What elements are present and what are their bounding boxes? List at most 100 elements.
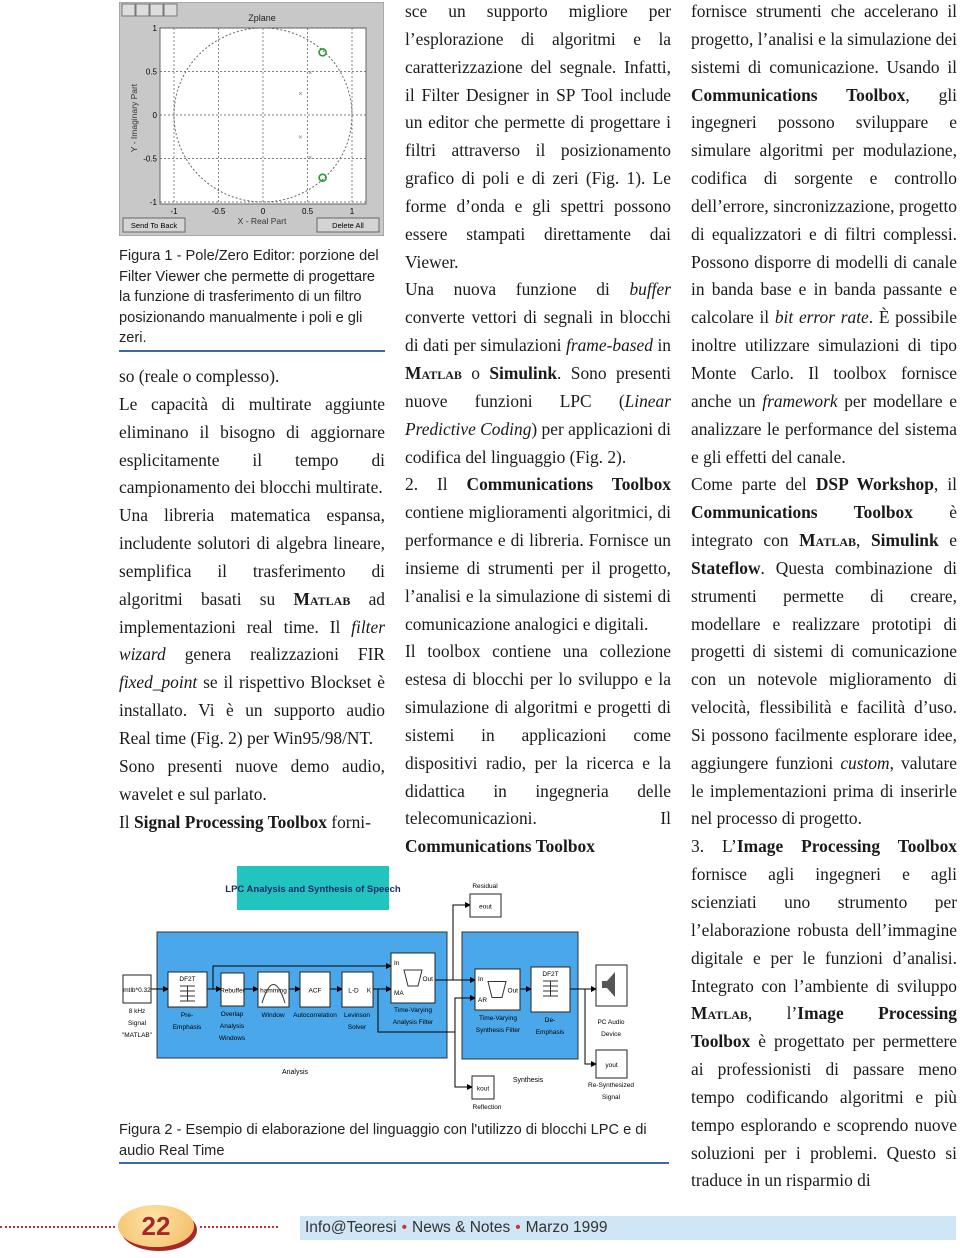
block-text: Rebuffer	[220, 988, 246, 995]
text-run: Una nuova funzione di	[405, 279, 630, 300]
text-column-1: so (reale o complesso). Le capacità di mu…	[119, 363, 385, 836]
paragraph: Il toolbox contiene una collezione estes…	[405, 638, 671, 861]
pole-marker[interactable]: ×	[298, 134, 302, 141]
block-text: ACF	[309, 988, 322, 995]
block-label: PC Audio	[597, 1019, 624, 1026]
text-run: Matlab	[293, 588, 351, 609]
text-run: Communications Toolbox	[466, 474, 671, 495]
paragraph: Le capacità di multirate aggiunte elimin…	[119, 391, 385, 502]
pole-marker[interactable]: ×	[308, 155, 312, 162]
kout-block[interactable]: kout	[471, 1075, 495, 1100]
x-tick-label: 0.5	[302, 207, 314, 216]
x-axis-label: X - Real Part	[238, 216, 287, 226]
text-run: Signal Processing Toolbox	[133, 811, 327, 832]
audio-device-block[interactable]	[595, 964, 628, 1007]
text-run: custom	[840, 752, 890, 773]
add-pole-icon[interactable]	[135, 3, 150, 17]
paragraph: so (reale o complesso).	[119, 363, 385, 391]
block-label: Emphasis	[173, 1024, 202, 1031]
port-label: AR	[478, 997, 487, 1004]
block-text: hamming	[260, 988, 287, 995]
text-run: framework	[762, 390, 838, 411]
y-tick-label: -0.5	[143, 155, 157, 164]
text-run: Simulink	[870, 530, 939, 551]
rebuffer-block[interactable]: Rebuffer	[220, 972, 246, 1007]
eout-block[interactable]: eout	[469, 893, 502, 918]
text-run: DSP Workshop	[815, 474, 934, 495]
text-run: Image Processing Toolbox	[736, 836, 957, 857]
figure-2-lpc-diagram: LPC Analysis and Synthesis of Speech Ana…	[122, 866, 634, 1111]
paragraph: sce un supporto migliore per l’esplorazi…	[405, 0, 671, 276]
toolbar	[121, 3, 178, 17]
text-run: Sono presenti nuove demo audio, wavelet …	[119, 755, 385, 804]
delete-all-button[interactable]: Delete All	[316, 217, 380, 233]
text-run: bit error rate	[774, 307, 869, 328]
synthesis-filter-block[interactable]: In AR Out	[474, 968, 521, 1011]
analysis-filter-block[interactable]: In MA Out	[390, 952, 436, 1004]
text-run: forni-	[326, 811, 371, 832]
block-text: L-D	[348, 988, 359, 995]
analysis-label: Analysis	[282, 1069, 309, 1076]
y-tick-label: 0	[153, 111, 158, 120]
figure-1-pole-zero-editor: Zplane -1 1 -0.5 0.5 0 0 0.5 -0.5 1 -1 × × × × Y - Im…	[119, 2, 384, 236]
signal-line	[584, 989, 597, 1067]
port-label: MA	[394, 990, 404, 997]
paragraph: fornisce strumenti che accelerano il pro…	[691, 0, 957, 471]
add-zero-icon[interactable]	[149, 3, 164, 17]
pole-marker[interactable]: ×	[308, 70, 312, 77]
delete-all-label: Delete All	[332, 221, 364, 230]
figure-1-caption: Figura 1 - Pole/Zero Editor: porzione de…	[119, 248, 379, 347]
port-label: In	[478, 976, 484, 983]
text-run: Stateflow	[691, 557, 761, 578]
x-tick-label: -1	[170, 207, 178, 216]
text-run: Communications Toolbox	[691, 84, 906, 105]
block-text: DF2T	[542, 971, 558, 978]
port-label: In	[394, 960, 400, 967]
block-text: eout	[479, 904, 492, 911]
caption-rule	[119, 350, 385, 352]
source-block[interactable]: mtlb*0.32	[122, 974, 152, 1004]
bullet: •	[515, 1219, 521, 1236]
port-label: Out	[508, 988, 519, 995]
x-tick-label: -0.5	[212, 207, 226, 216]
page-number: 22	[141, 1210, 171, 1241]
section-name: News & Notes	[412, 1219, 511, 1236]
block-label: 8 kHz	[129, 1008, 146, 1015]
paragraph: 2. Il Communications Toolbox contiene mi…	[405, 471, 671, 638]
deemphasis-block[interactable]: DF2T	[530, 966, 571, 1013]
text-run: fornisce agli ingegneri e agli scienziat…	[691, 864, 957, 996]
preemphasis-block[interactable]: DF2T	[167, 971, 208, 1008]
x-tick-label: 1	[350, 207, 355, 216]
text-run: Simulink	[489, 362, 558, 383]
yout-block[interactable]: yout	[595, 1049, 628, 1079]
text-column-3: fornisce strumenti che accelerano il pro…	[691, 0, 957, 1195]
text-run: o	[461, 362, 490, 383]
text-run: Matlab	[799, 530, 857, 551]
block-label: Pre-	[181, 1012, 193, 1019]
issue-date: Marzo 1999	[525, 1219, 608, 1236]
footer-dotted-line-left	[0, 1226, 115, 1228]
y-tick-label: 0.5	[146, 68, 158, 77]
block-label: Time-Varying	[394, 1007, 432, 1014]
block-text: yout	[605, 1062, 617, 1069]
send-to-back-button[interactable]: Send To Back	[122, 217, 186, 233]
text-run: è progettato per permettere ai professio…	[691, 1031, 957, 1191]
erase-icon[interactable]	[163, 3, 178, 17]
window-block[interactable]: hamming	[257, 971, 290, 1008]
text-run: Le capacità di multirate aggiunte elimin…	[119, 393, 385, 498]
pole-marker[interactable]: ×	[298, 91, 302, 98]
block-label: Emphasis	[536, 1029, 565, 1036]
pointer-icon[interactable]	[121, 3, 136, 17]
text-run: frame-based	[566, 335, 653, 356]
block-text: mtlb*0.32	[123, 987, 151, 994]
x-tick-label: 0	[261, 207, 266, 216]
y-axis-label: Y - Imaginary Part	[129, 83, 139, 152]
acf-block[interactable]: ACF	[299, 971, 331, 1008]
paragraph: Come parte del DSP Workshop, il Communic…	[691, 471, 957, 833]
levinson-block[interactable]: L-D K	[341, 971, 374, 1008]
text-run: , gli ingegneri possono sviluppare e sim…	[691, 84, 957, 328]
block-label: Synthesis Filter	[476, 1027, 521, 1034]
block-label: Levinson	[344, 1012, 370, 1019]
synthesis-label: Synthesis	[513, 1077, 544, 1084]
text-run: e	[938, 530, 957, 551]
